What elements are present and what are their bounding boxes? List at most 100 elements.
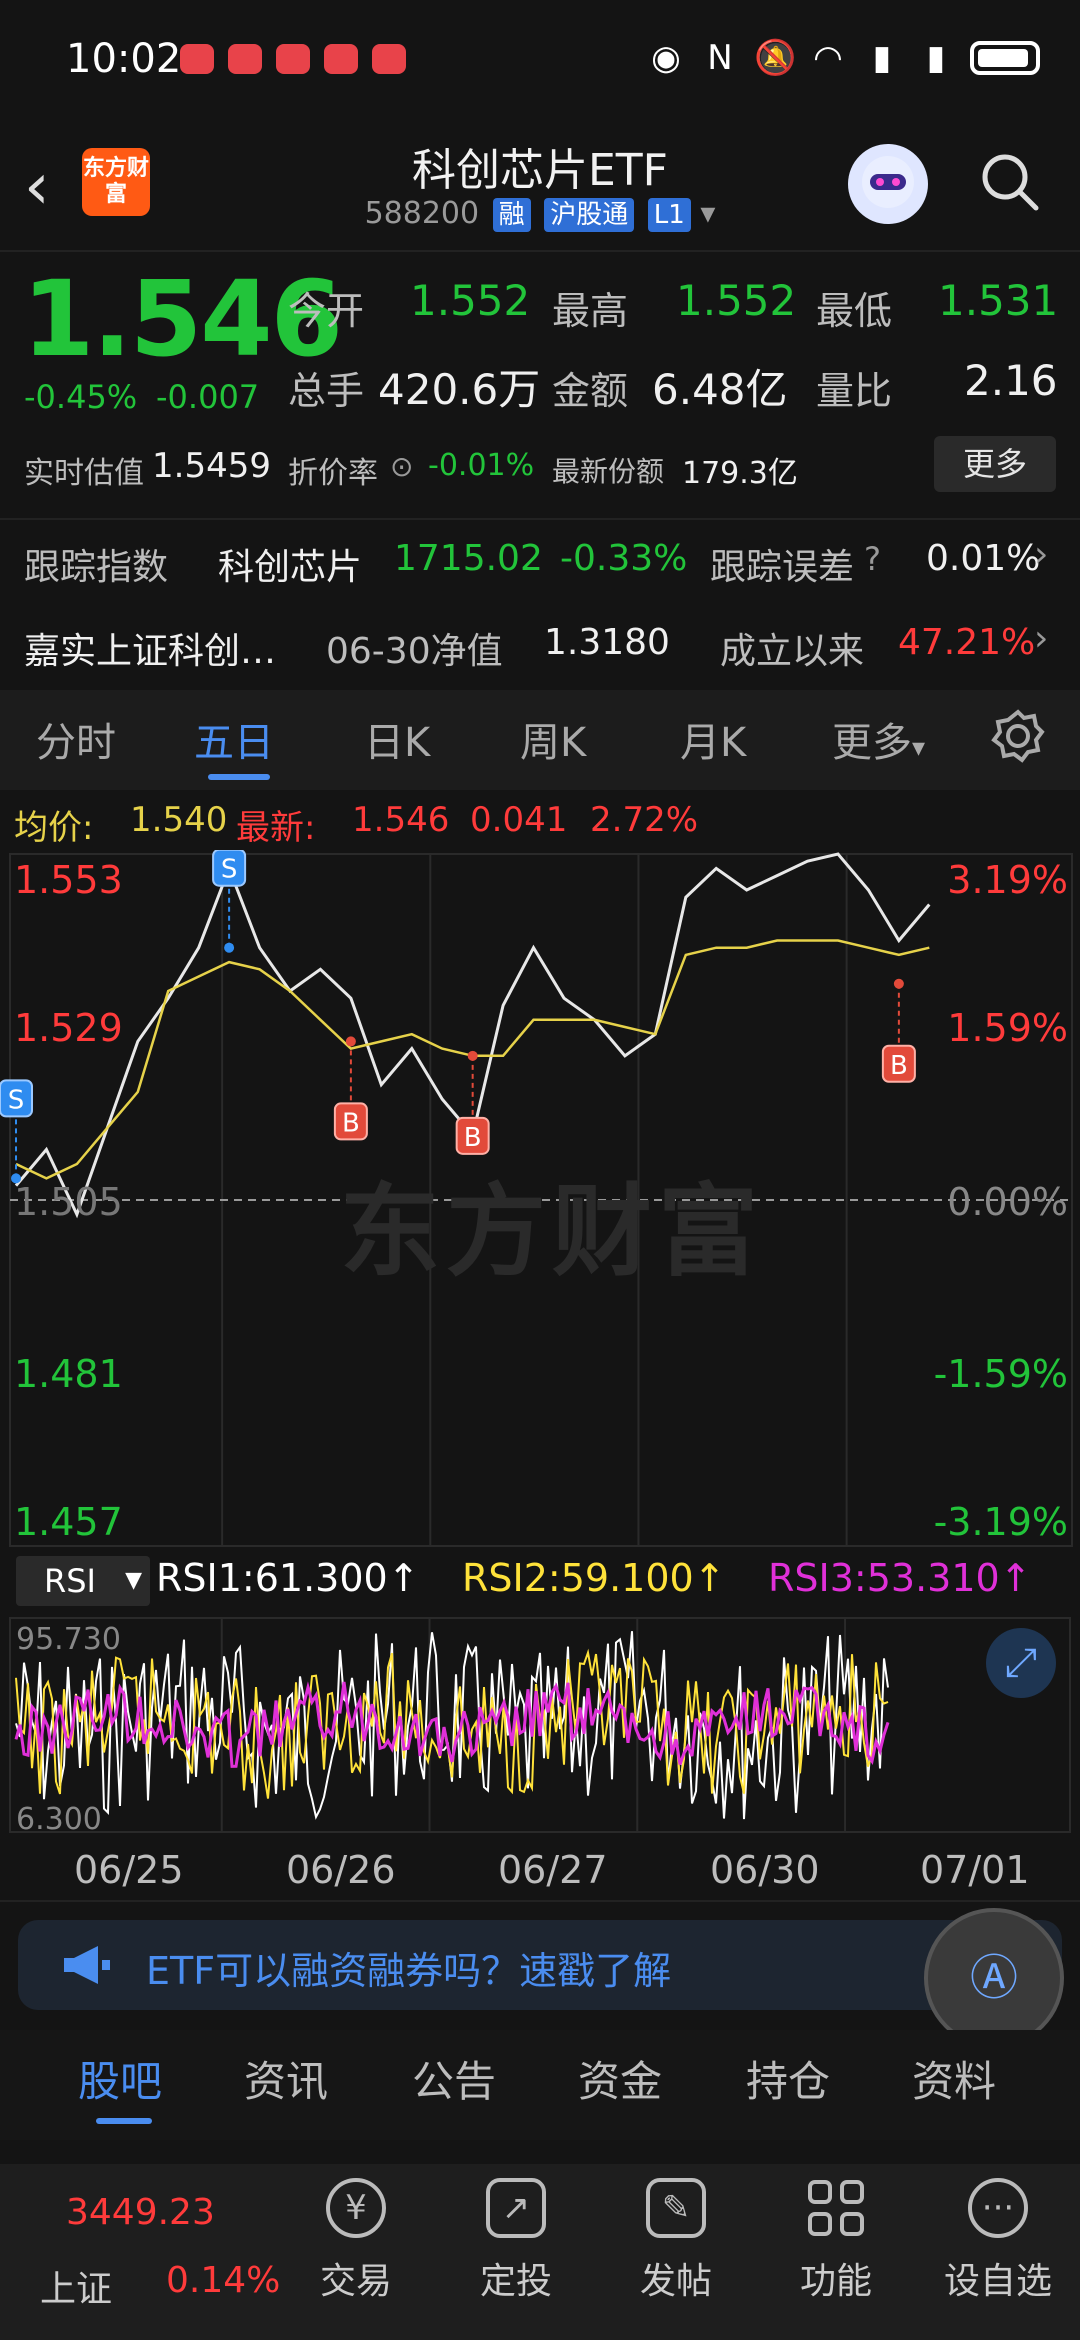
fund-name[interactable]: 嘉实上证科创…	[24, 622, 276, 674]
amount-value: 6.48亿	[652, 365, 788, 414]
search-icon[interactable]	[978, 150, 1040, 212]
signal-icon: ▮	[926, 38, 946, 78]
chevron-right-icon[interactable]: ›	[1034, 534, 1048, 575]
dots-icon: ···	[968, 2178, 1028, 2238]
shares-label: 最新份额	[552, 455, 665, 488]
iopv-label: 实时估值	[24, 456, 144, 491]
functions-button[interactable]: 功能	[776, 2178, 896, 2304]
tab-holdings[interactable]: 持仓	[746, 2048, 830, 2109]
avg-label: 均价:	[14, 808, 94, 848]
latest-label: 最新:	[236, 808, 316, 848]
watermark: 东方财富	[340, 1173, 764, 1290]
tab-more-label: 更多	[832, 720, 912, 766]
tab-forum[interactable]: 股吧	[78, 2048, 162, 2109]
indicator-select-label: RSI	[44, 1562, 96, 1600]
tracking-index-change: -0.33%	[560, 538, 688, 579]
megaphone-icon	[60, 1942, 112, 1988]
buy-marker-label: B	[890, 1051, 908, 1081]
yen-icon: ¥	[326, 2178, 386, 2238]
tab-daily-k[interactable]: 日K	[364, 710, 430, 768]
x-tick-label: 06/27	[498, 1848, 608, 1892]
divider	[0, 250, 1080, 252]
y-pct-tick-label: -3.19%	[933, 1500, 1068, 1544]
open-label: 今开	[288, 289, 365, 333]
change-value: -0.007	[156, 378, 260, 416]
rsi-chart[interactable]	[0, 1616, 1080, 1834]
status-icons: ◉ N 🔕 ◠ ▮ ▮	[646, 38, 1040, 78]
nav-label: 06-30净值	[326, 631, 503, 672]
iopv-value: 1.5459	[152, 446, 271, 486]
tracking-index-value: 1715.02	[394, 538, 543, 579]
divider	[0, 518, 1080, 520]
mute-icon: 🔕	[754, 38, 797, 78]
battery-icon	[970, 41, 1040, 75]
question-icon[interactable]: ?	[864, 540, 881, 578]
y-tick-label: 1.529	[14, 1006, 123, 1050]
settings-gear-icon[interactable]	[990, 708, 1046, 774]
open-value: 1.552	[410, 276, 531, 325]
assistant-avatar[interactable]	[848, 144, 928, 224]
volume-value: 420.6万	[378, 365, 541, 414]
rsi3-value: RSI3:53.310↑	[768, 1556, 1032, 1600]
tab-funds[interactable]: 资金	[578, 2048, 662, 2109]
nfc-icon: N	[707, 38, 733, 78]
info-dots-icon[interactable]: ⊙	[390, 450, 413, 483]
content-tabs: 股吧 资讯 公告 资金 持仓 资料	[0, 2030, 1080, 2140]
level-tag: L1	[647, 198, 691, 232]
rsi-max-label: 95.730	[16, 1622, 121, 1657]
latest-diff: 0.041	[470, 800, 568, 840]
y-pct-tick-label: -1.59%	[933, 1352, 1068, 1396]
post-button[interactable]: ✎ 发帖	[616, 2178, 736, 2304]
x-tick-label: 07/01	[920, 1848, 1030, 1892]
y-tick-label: 1.505	[14, 1180, 123, 1224]
latest-value: 1.546	[352, 800, 450, 840]
header: ‹ 东方财富 科创芯片ETF 588200 融 沪股通 L1 ▾	[0, 120, 1080, 250]
pencil-icon: ✎	[646, 2178, 706, 2238]
latest-pct: 2.72%	[590, 800, 699, 840]
indicator-select[interactable]: RSI ▼	[16, 1556, 150, 1606]
add-watchlist-button[interactable]: ··· 设自选	[938, 2178, 1058, 2304]
ai-assistant-button[interactable]: Ⓐ	[924, 1908, 1064, 2048]
tab-more[interactable]: 更多▾	[832, 710, 925, 768]
chevron-down-icon[interactable]: ▾	[700, 196, 715, 231]
expand-chart-icon[interactable]: ⤢	[986, 1628, 1056, 1698]
volume-label: 总手	[288, 369, 365, 413]
amount-label: 金额	[552, 369, 629, 413]
rsi-min-label: 6.300	[16, 1802, 102, 1837]
caret-down-icon: ▾	[912, 733, 926, 763]
tab-monthly-k[interactable]: 月K	[680, 710, 746, 768]
sse-index-name[interactable]: 上证	[40, 2260, 112, 2312]
premium-label: 折价率	[288, 456, 378, 491]
auto-invest-button[interactable]: ↗ 定投	[456, 2178, 576, 2304]
tab-news[interactable]: 资讯	[244, 2048, 328, 2109]
signal-icon: ▮	[872, 38, 892, 78]
low-label: 最低	[816, 289, 893, 333]
shares-value: 179.3亿	[682, 456, 798, 491]
y-pct-tick-label: 0.00%	[947, 1180, 1068, 1224]
tab-five-day[interactable]: 五日	[194, 710, 274, 768]
y-tick-label: 1.553	[14, 858, 123, 902]
notification-app-icon	[372, 44, 406, 74]
grid-icon	[806, 2178, 866, 2238]
tracking-index-name[interactable]: 科创芯片	[218, 538, 362, 590]
more-button[interactable]: 更多	[934, 436, 1056, 492]
sse-index-value[interactable]: 3449.23	[66, 2192, 215, 2233]
tab-profile[interactable]: 资料	[912, 2048, 996, 2109]
caret-down-icon: ▼	[125, 1568, 142, 1593]
nav-value: 1.3180	[544, 622, 670, 663]
tab-weekly-k[interactable]: 周K	[520, 710, 586, 768]
chevron-right-icon[interactable]: ›	[1034, 618, 1048, 659]
tab-intraday[interactable]: 分时	[36, 710, 116, 768]
avg-value: 1.540	[130, 800, 228, 840]
tab-announcements[interactable]: 公告	[412, 2048, 496, 2109]
since-inception-value: 47.21%	[898, 622, 1036, 663]
trade-marker-dot	[467, 1050, 478, 1061]
notification-app-icon	[228, 44, 262, 74]
functions-label: 功能	[799, 2261, 872, 2302]
notification-app-icon	[180, 44, 214, 74]
promo-banner[interactable]: ETF可以融资融券吗？速戳了解	[18, 1920, 1062, 2010]
trade-marker-dot	[893, 978, 904, 989]
connect-tag: 沪股通	[544, 198, 635, 232]
trade-button[interactable]: ¥ 交易	[296, 2178, 416, 2304]
x-tick-label: 06/25	[74, 1848, 184, 1892]
